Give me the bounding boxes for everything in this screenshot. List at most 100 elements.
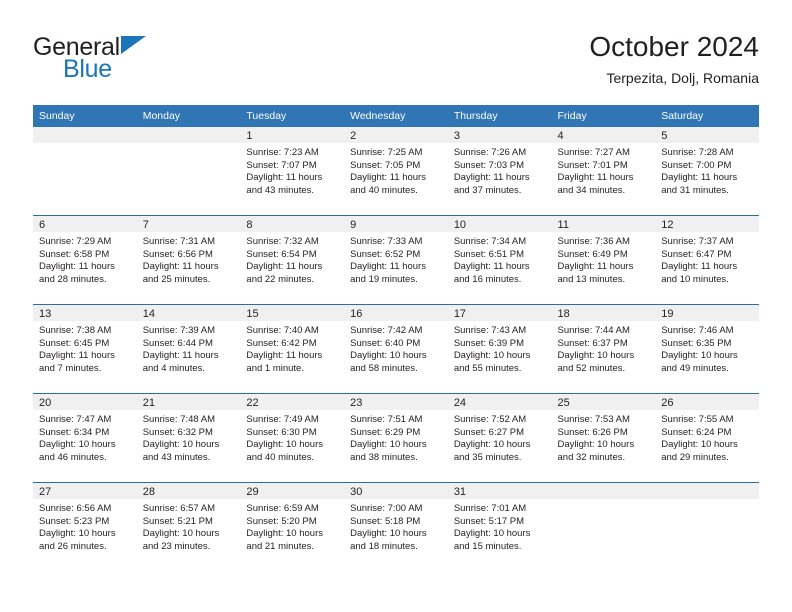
daylight-text: Daylight: 11 hours and 4 minutes. [142, 350, 219, 374]
calendar-day-cell[interactable]: 29 Sunrise: 6:59 AM Sunset: 5:20 PM Dayligh… [240, 482, 345, 571]
day-details: Sunrise: 7:55 AM Sunset: 6:24 PM Daylight:… [655, 410, 759, 464]
sunrise-text: Sunrise: 7:49 AM [246, 414, 319, 425]
sunrise-text: Sunrise: 7:25 AM [350, 147, 423, 158]
day-number [655, 483, 759, 499]
sunset-text: Sunset: 6:29 PM [350, 426, 421, 438]
daylight-text: Daylight: 10 hours and 26 minutes. [39, 528, 116, 552]
calendar-day-cell[interactable]: 1 Sunrise: 7:23 AM Sunset: 7:07 PM Daylight… [240, 127, 345, 216]
sunrise-text: Sunrise: 7:44 AM [557, 325, 630, 336]
weekday-header-wednesday: Wednesday [344, 105, 448, 127]
daylight-text: Daylight: 10 hours and 58 minutes. [350, 350, 427, 374]
sunset-text: Sunset: 5:17 PM [453, 515, 525, 527]
day-details: Sunrise: 7:37 AM Sunset: 6:47 PM Daylight:… [655, 232, 759, 286]
sunrise-text: Sunrise: 7:00 AM [350, 503, 423, 514]
calendar-day-cell[interactable]: 12 Sunrise: 7:37 AM Sunset: 6:47 PM Dayligh… [655, 215, 759, 305]
day-details: Sunrise: 7:43 AM Sunset: 6:39 PM Daylight:… [448, 321, 552, 375]
calendar-day-cell[interactable]: 26 Sunrise: 7:55 AM Sunset: 6:24 PM Dayligh… [655, 393, 759, 483]
daylight-text: Daylight: 10 hours and 23 minutes. [142, 528, 220, 552]
sunrise-text: Sunrise: 7:39 AM [142, 325, 216, 336]
weekday-header-tuesday: Tuesday [240, 105, 345, 127]
calendar-day-cell[interactable]: 6 Sunrise: 7:29 AM Sunset: 6:58 PM Daylight… [33, 215, 137, 305]
calendar-day-cell[interactable]: 3 Sunrise: 7:26 AM Sunset: 7:03 PM Daylight… [447, 127, 552, 216]
sunrise-text: Sunrise: 7:55 AM [661, 414, 734, 425]
daylight-text: Daylight: 11 hours and 7 minutes. [39, 350, 115, 374]
calendar-day-cell[interactable]: 9 Sunrise: 7:33 AM Sunset: 6:52 PM Daylight… [344, 215, 448, 305]
sunrise-text: Sunrise: 7:32 AM [246, 236, 319, 247]
sunset-text: Sunset: 7:07 PM [246, 159, 317, 171]
calendar-day-cell[interactable]: 18 Sunrise: 7:44 AM Sunset: 6:37 PM Dayligh… [551, 304, 656, 394]
calendar-day-cell[interactable]: 27 Sunrise: 6:56 AM Sunset: 5:23 PM Dayligh… [33, 482, 137, 571]
calendar-day-cell[interactable]: 16 Sunrise: 7:42 AM Sunset: 6:40 PM Dayligh… [344, 304, 448, 394]
calendar-day-cell[interactable]: 10 Sunrise: 7:34 AM Sunset: 6:51 PM Dayligh… [447, 215, 552, 305]
day-details: Sunrise: 7:33 AM Sunset: 6:52 PM Daylight:… [344, 232, 448, 286]
sunset-text: Sunset: 6:54 PM [246, 248, 317, 260]
daylight-text: Daylight: 10 hours and 32 minutes. [557, 439, 635, 463]
calendar-day-cell[interactable]: 14 Sunrise: 7:39 AM Sunset: 6:44 PM Dayligh… [136, 304, 241, 394]
daylight-text: Daylight: 11 hours and 22 minutes. [246, 261, 323, 285]
day-details: Sunrise: 7:00 AM Sunset: 5:18 PM Daylight:… [344, 499, 448, 553]
calendar-day-cell[interactable]: 4 Sunrise: 7:27 AM Sunset: 7:01 PM Daylight… [551, 127, 656, 216]
day-number: 5 [655, 127, 759, 143]
sunrise-text: Sunrise: 7:48 AM [142, 414, 216, 425]
daylight-text: Daylight: 11 hours and 16 minutes. [453, 261, 530, 285]
day-details: Sunrise: 7:38 AM Sunset: 6:45 PM Daylight:… [33, 321, 137, 375]
day-details: Sunrise: 7:47 AM Sunset: 6:34 PM Daylight:… [33, 410, 137, 464]
calendar-day-cell[interactable]: 2 Sunrise: 7:25 AM Sunset: 7:05 PM Daylight… [344, 127, 448, 216]
sunrise-text: Sunrise: 7:34 AM [453, 236, 527, 247]
sunset-text: Sunset: 6:35 PM [661, 337, 732, 349]
sunrise-text: Sunrise: 7:31 AM [142, 236, 216, 247]
day-number: 2 [344, 127, 448, 143]
day-number: 27 [33, 483, 137, 499]
day-number: 12 [655, 216, 759, 232]
sunset-text: Sunset: 7:00 PM [661, 159, 732, 171]
calendar-day-cell[interactable]: 17 Sunrise: 7:43 AM Sunset: 6:39 PM Dayligh… [447, 304, 552, 394]
day-details: Sunrise: 7:46 AM Sunset: 6:35 PM Daylight:… [655, 321, 759, 375]
calendar-day-cell[interactable]: 24 Sunrise: 7:52 AM Sunset: 6:27 PM Dayligh… [447, 393, 552, 483]
calendar-week-row: 1 Sunrise: 7:23 AM Sunset: 7:07 PM Daylight… [33, 127, 759, 216]
daylight-text: Daylight: 11 hours and 40 minutes. [350, 172, 426, 196]
calendar-day-cell[interactable]: 22 Sunrise: 7:49 AM Sunset: 6:30 PM Dayligh… [240, 393, 345, 483]
calendar-empty-cell [33, 127, 137, 216]
daylight-text: Daylight: 11 hours and 43 minutes. [246, 172, 323, 196]
sunset-text: Sunset: 6:39 PM [453, 337, 525, 349]
calendar-day-cell[interactable]: 21 Sunrise: 7:48 AM Sunset: 6:32 PM Dayligh… [136, 393, 241, 483]
calendar-day-cell[interactable]: 28 Sunrise: 6:57 AM Sunset: 5:21 PM Dayligh… [136, 482, 241, 571]
sunset-text: Sunset: 6:42 PM [246, 337, 317, 349]
calendar-day-cell[interactable]: 7 Sunrise: 7:31 AM Sunset: 6:56 PM Daylight… [136, 215, 241, 305]
calendar-day-cell[interactable]: 30 Sunrise: 7:00 AM Sunset: 5:18 PM Dayligh… [344, 482, 448, 571]
sunrise-text: Sunrise: 7:40 AM [246, 325, 319, 336]
page-title: October 2024 [589, 31, 759, 62]
calendar-day-cell[interactable]: 11 Sunrise: 7:36 AM Sunset: 6:49 PM Dayligh… [551, 215, 656, 305]
calendar-day-cell[interactable]: 13 Sunrise: 7:38 AM Sunset: 6:45 PM Dayligh… [33, 304, 137, 394]
calendar-day-cell[interactable]: 20 Sunrise: 7:47 AM Sunset: 6:34 PM Dayligh… [33, 393, 137, 483]
day-number: 25 [551, 394, 656, 410]
calendar-day-cell[interactable]: 8 Sunrise: 7:32 AM Sunset: 6:54 PM Daylight… [240, 215, 345, 305]
day-number: 21 [136, 394, 241, 410]
daylight-text: Daylight: 11 hours and 31 minutes. [661, 172, 738, 196]
calendar-day-cell[interactable]: 31 Sunrise: 7:01 AM Sunset: 5:17 PM Dayligh… [447, 482, 552, 571]
logo-triangle-icon [121, 36, 146, 54]
day-number: 1 [240, 127, 345, 143]
calendar-table: Sunday Monday Tuesday Wednesday Thursday… [33, 105, 759, 571]
calendar-day-cell[interactable]: 15 Sunrise: 7:40 AM Sunset: 6:42 PM Dayligh… [240, 304, 345, 394]
daylight-text: Daylight: 11 hours and 1 minute. [246, 350, 323, 374]
weekday-header-row: Sunday Monday Tuesday Wednesday Thursday… [33, 105, 759, 127]
calendar-day-cell[interactable]: 25 Sunrise: 7:53 AM Sunset: 6:26 PM Dayligh… [551, 393, 656, 483]
general-blue-logo[interactable]: General Blue [33, 34, 223, 88]
calendar-body: 1 Sunrise: 7:23 AM Sunset: 7:07 PM Daylight… [33, 127, 759, 571]
day-number: 22 [240, 394, 345, 410]
day-details: Sunrise: 7:34 AM Sunset: 6:51 PM Daylight:… [448, 232, 552, 286]
calendar-day-cell[interactable]: 23 Sunrise: 7:51 AM Sunset: 6:29 PM Dayligh… [344, 393, 448, 483]
sunrise-text: Sunrise: 6:57 AM [142, 503, 216, 514]
day-details: Sunrise: 7:28 AM Sunset: 7:00 PM Daylight:… [655, 143, 759, 197]
sunset-text: Sunset: 5:18 PM [350, 515, 421, 527]
day-details: Sunrise: 6:57 AM Sunset: 5:21 PM Daylight:… [137, 499, 241, 553]
logo-text-blue: Blue [63, 55, 112, 83]
sunrise-text: Sunrise: 7:51 AM [350, 414, 423, 425]
calendar-day-cell[interactable]: 5 Sunrise: 7:28 AM Sunset: 7:00 PM Daylight… [655, 127, 759, 216]
day-number [551, 483, 656, 499]
sunrise-text: Sunrise: 7:01 AM [453, 503, 527, 514]
day-number [136, 127, 241, 143]
calendar-day-cell[interactable]: 19 Sunrise: 7:46 AM Sunset: 6:35 PM Dayligh… [655, 304, 759, 394]
daylight-text: Daylight: 11 hours and 34 minutes. [557, 172, 634, 196]
